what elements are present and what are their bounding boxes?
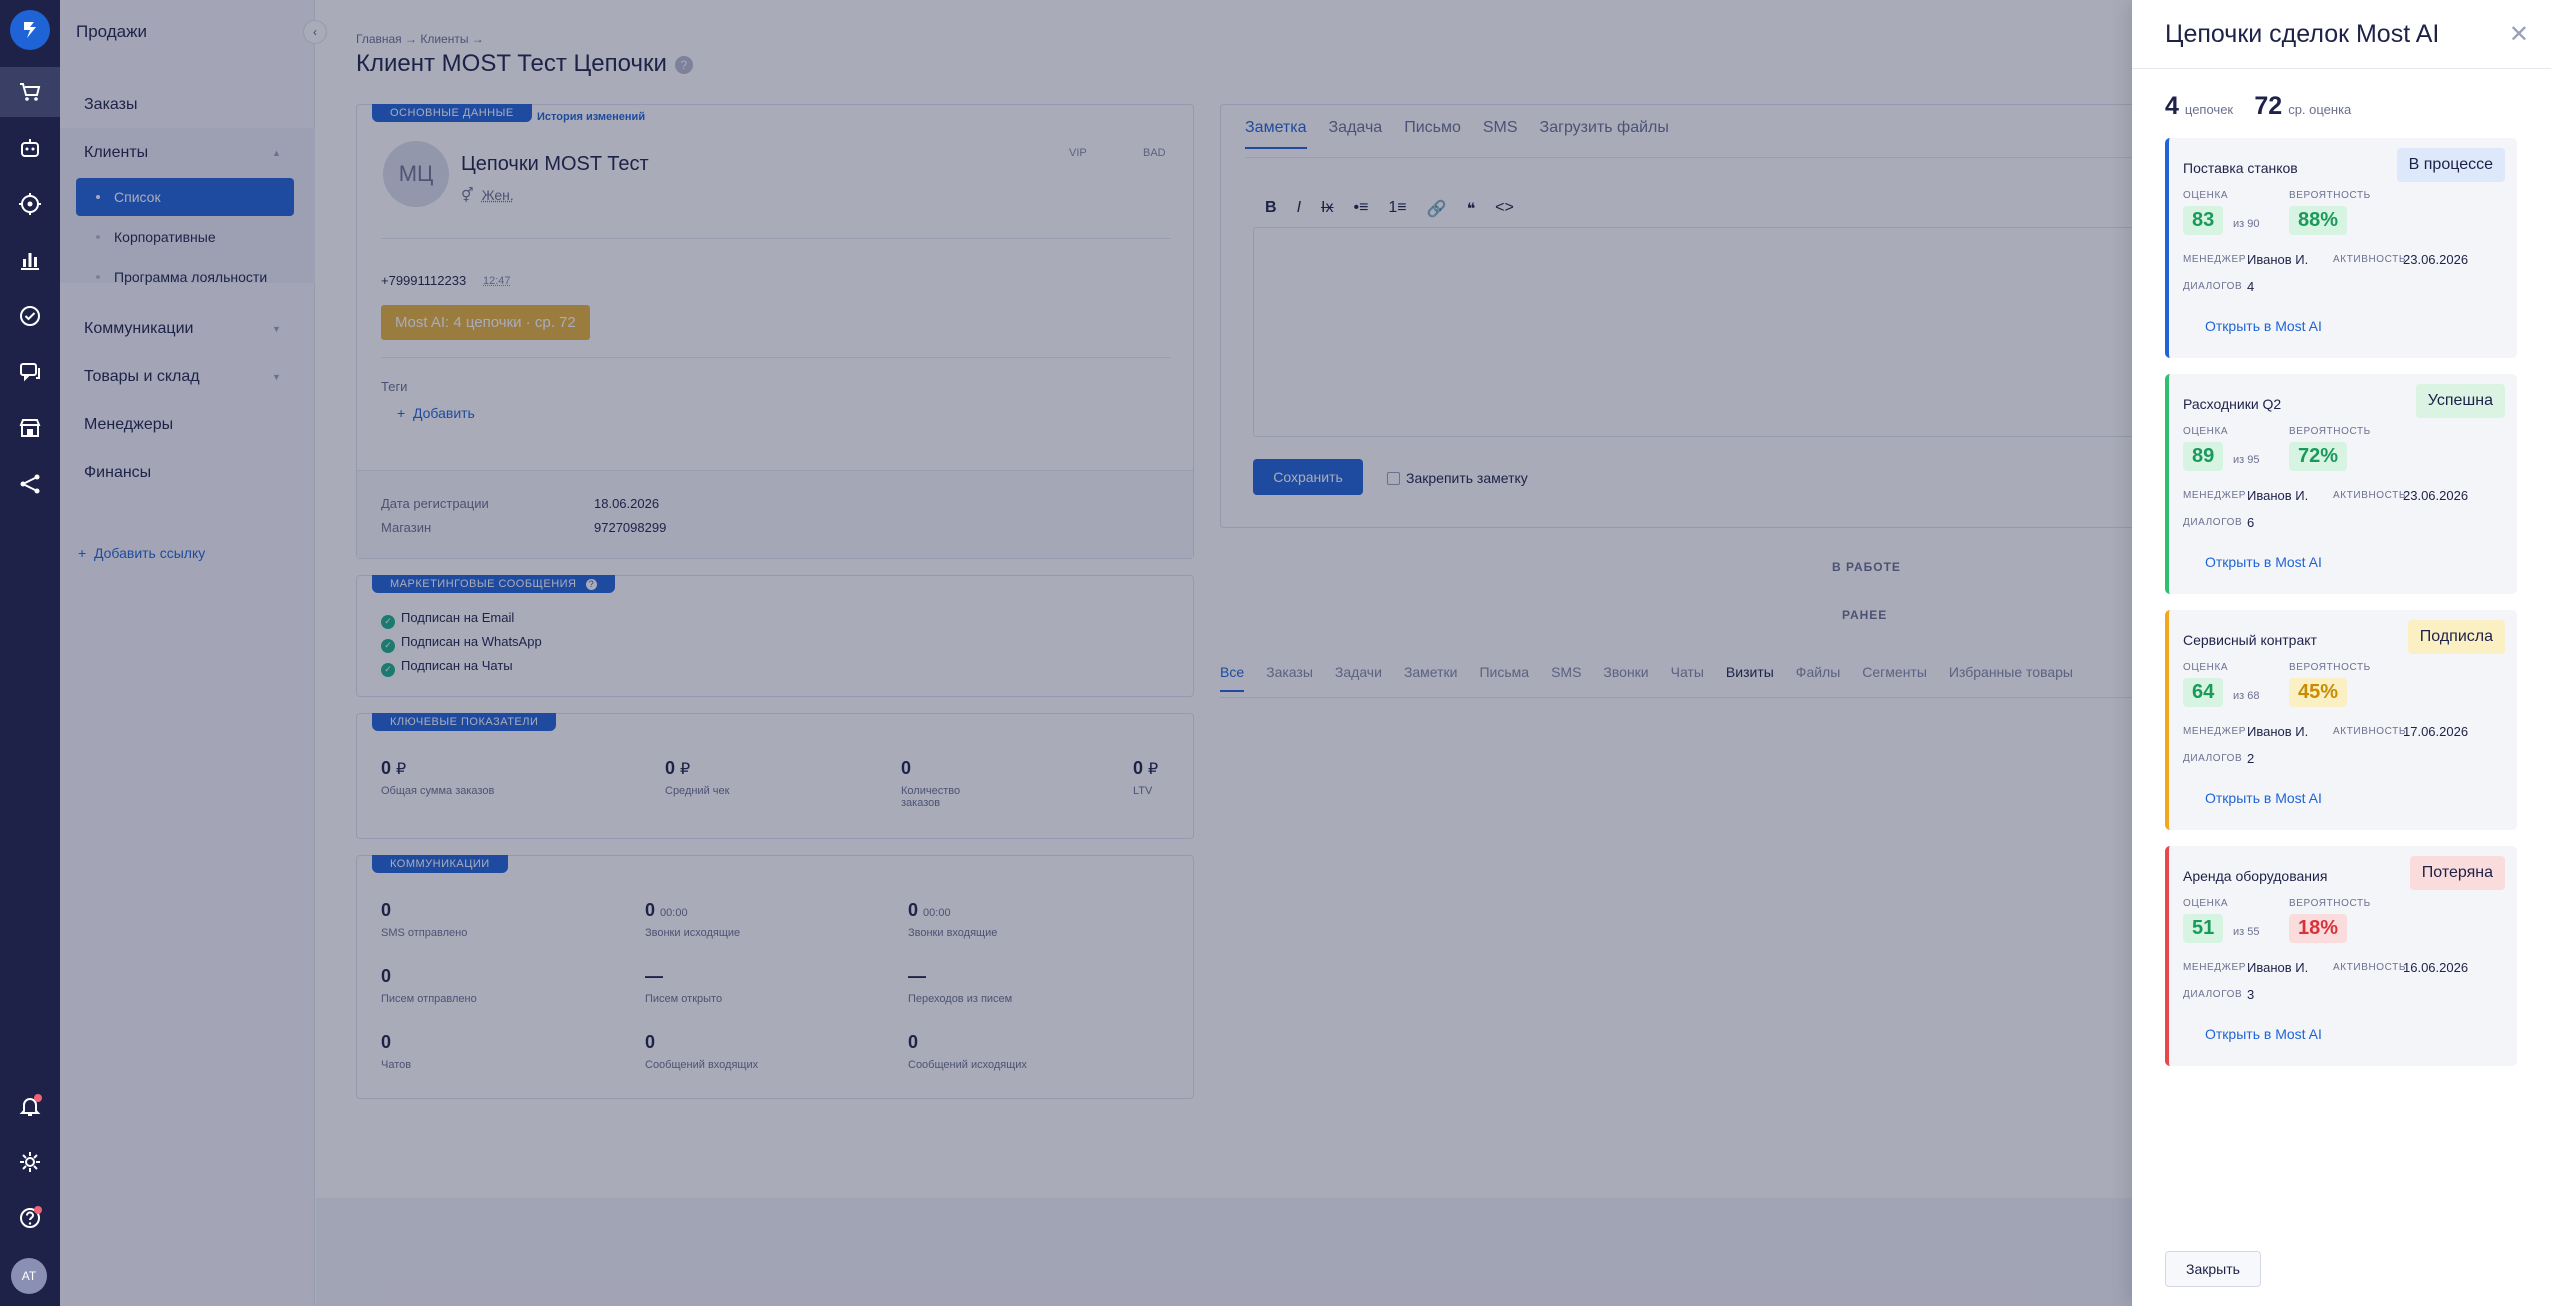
dialogs-label: ДИАЛОГОВ — [2183, 989, 2243, 1000]
cart-icon[interactable] — [0, 67, 60, 117]
deal-manager: Иванов И. — [2247, 252, 2309, 267]
deal-dialogs-count: 3 — [2247, 987, 2255, 1002]
deal-score: 51 — [2183, 914, 2224, 943]
deal-dialogs-count: 2 — [2247, 751, 2255, 766]
deal-manager: Иванов И. — [2247, 488, 2309, 503]
logo-icon[interactable] — [10, 10, 50, 50]
store-icon[interactable] — [15, 413, 45, 443]
help-icon[interactable] — [15, 1203, 45, 1233]
activity-label: АКТИВНОСТЬ — [2333, 726, 2407, 737]
deal-manager: Иванов И. — [2247, 724, 2309, 739]
deal-score-max: из 55 — [2233, 926, 2260, 938]
open-in-most-ai-link[interactable]: Открыть в Most AI — [2205, 554, 2322, 570]
bell-icon[interactable] — [15, 1091, 45, 1121]
check-circle-icon[interactable] — [15, 301, 45, 331]
manager-label: МЕНЕДЖЕР — [2183, 726, 2247, 737]
dialogs-label: ДИАЛОГОВ — [2183, 281, 2243, 292]
notification-dot — [34, 1206, 42, 1214]
deal-name: Аренда оборудования — [2183, 868, 2328, 884]
chains-count: 4 — [2165, 92, 2179, 120]
deal-card[interactable]: Поставка станков В процессе ОЦЕНКА ВЕРОЯТНО… — [2165, 138, 2517, 358]
close-icon[interactable]: ✕ — [2509, 20, 2529, 49]
score-label: ОЦЕНКА — [2183, 426, 2229, 437]
deal-probability: 88% — [2289, 206, 2348, 235]
deal-activity-date: 17.06.2026 — [2403, 724, 2469, 739]
deal-score-max: из 95 — [2233, 454, 2260, 466]
deal-score: 89 — [2183, 442, 2224, 471]
chains-label: цепочек — [2184, 102, 2234, 117]
modal-overlay[interactable] — [60, 0, 2132, 1306]
deal-name: Поставка станков — [2183, 160, 2298, 176]
activity-label: АКТИВНОСТЬ — [2333, 962, 2407, 973]
probability-label: ВЕРОЯТНОСТЬ — [2289, 426, 2371, 437]
activity-label: АКТИВНОСТЬ — [2333, 254, 2407, 265]
score-label: ОЦЕНКА — [2183, 662, 2229, 673]
manager-label: МЕНЕДЖЕР — [2183, 490, 2247, 501]
probability-label: ВЕРОЯТНОСТЬ — [2289, 898, 2371, 909]
deal-card[interactable]: Аренда оборудования Потеряна ОЦЕНКА ВЕРОЯТН… — [2165, 846, 2517, 1066]
deal-status-badge: Успешна — [2415, 384, 2505, 418]
score-label: ОЦЕНКА — [2183, 898, 2229, 909]
deal-probability: 45% — [2289, 678, 2348, 707]
most-ai-drawer: Цепочки сделок Most AI ✕ 4 цепочек 72 ср. … — [2132, 0, 2551, 1306]
deal-score: 64 — [2183, 678, 2224, 707]
deal-status-badge: Потеряна — [2409, 856, 2505, 890]
deal-activity-date: 23.06.2026 — [2403, 252, 2469, 267]
close-drawer-button[interactable]: Закрыть — [2165, 1251, 2261, 1287]
drawer-title: Цепочки сделок Most AI — [2165, 20, 2440, 48]
deal-score-max: из 90 — [2233, 218, 2260, 230]
manager-label: МЕНЕДЖЕР — [2183, 962, 2247, 973]
open-in-most-ai-link[interactable]: Открыть в Most AI — [2205, 1026, 2322, 1042]
share-icon[interactable] — [15, 469, 45, 499]
open-in-most-ai-link[interactable]: Открыть в Most AI — [2205, 790, 2322, 806]
dialogs-label: ДИАЛОГОВ — [2183, 753, 2243, 764]
deal-score-max: из 68 — [2233, 690, 2260, 702]
deal-manager: Иванов И. — [2247, 960, 2309, 975]
deal-probability: 72% — [2289, 442, 2348, 471]
dialogs-label: ДИАЛОГОВ — [2183, 517, 2243, 528]
probability-label: ВЕРОЯТНОСТЬ — [2289, 662, 2371, 673]
deal-card[interactable]: Расходники Q2 Успешна ОЦЕНКА ВЕРОЯТНОСТЬ 89 и… — [2165, 374, 2517, 594]
deal-name: Сервисный контракт — [2183, 632, 2317, 648]
robot-icon[interactable] — [15, 133, 45, 163]
icon-rail: AT — [0, 0, 60, 1306]
chat-icon[interactable] — [15, 357, 45, 387]
avg-score: 72 — [2254, 92, 2283, 120]
deal-activity-date: 16.06.2026 — [2403, 960, 2469, 975]
divider — [2132, 68, 2551, 69]
deal-dialogs-count: 4 — [2247, 279, 2255, 294]
manager-label: МЕНЕДЖЕР — [2183, 254, 2247, 265]
avg-score-label: ср. оценка — [2288, 102, 2352, 117]
activity-label: АКТИВНОСТЬ — [2333, 490, 2407, 501]
deal-status-badge: В процессе — [2396, 148, 2505, 182]
target-icon[interactable] — [15, 189, 45, 219]
deal-name: Расходники Q2 — [2183, 396, 2282, 412]
drawer-summary: 4 цепочек 72 ср. оценка — [2165, 92, 2351, 121]
settings-icon[interactable] — [15, 1147, 45, 1177]
chart-icon[interactable] — [15, 245, 45, 275]
notification-dot — [34, 1094, 42, 1102]
deal-score: 83 — [2183, 206, 2224, 235]
deal-probability: 18% — [2289, 914, 2348, 943]
probability-label: ВЕРОЯТНОСТЬ — [2289, 190, 2371, 201]
deal-card[interactable]: Сервисный контракт Подписла ОЦЕНКА ВЕРОЯТНО… — [2165, 610, 2517, 830]
deal-activity-date: 23.06.2026 — [2403, 488, 2469, 503]
deal-dialogs-count: 6 — [2247, 515, 2255, 530]
score-label: ОЦЕНКА — [2183, 190, 2229, 201]
deal-status-badge: Подписла — [2407, 620, 2505, 654]
user-avatar[interactable]: AT — [11, 1258, 47, 1294]
open-in-most-ai-link[interactable]: Открыть в Most AI — [2205, 318, 2322, 334]
